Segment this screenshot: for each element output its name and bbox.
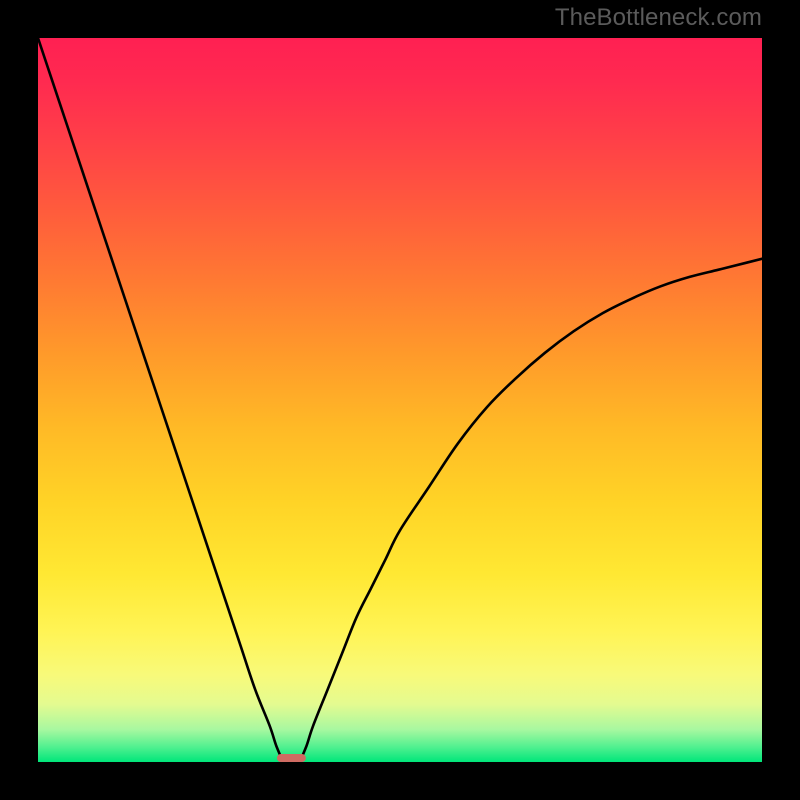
- minimum-marker: [277, 754, 306, 762]
- attribution-text: TheBottleneck.com: [555, 6, 762, 30]
- curve-layer: [38, 38, 762, 762]
- bottleneck-curve: [38, 38, 762, 762]
- plot-area: [38, 38, 762, 762]
- bottleneck-chart: TheBottleneck.com: [0, 0, 800, 800]
